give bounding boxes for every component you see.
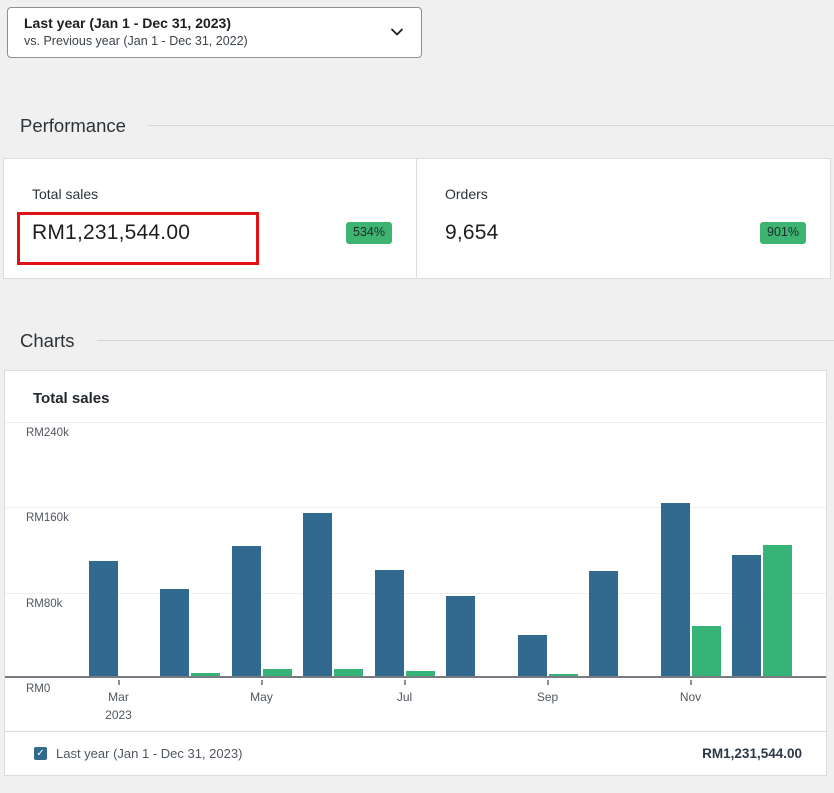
- y-axis-label: RM240k: [26, 427, 69, 439]
- chart-title: Total sales: [5, 371, 826, 422]
- charts-section-title: Charts: [20, 330, 75, 352]
- bar-dec-s1: [763, 545, 792, 676]
- total-sales-card[interactable]: Total sales RM1,231,544.00 534%: [4, 159, 417, 278]
- gridline: [5, 593, 826, 594]
- x-axis-tick: [404, 680, 406, 685]
- y-axis-label: RM0: [26, 683, 50, 695]
- chart-legend-row[interactable]: ✓ Last year (Jan 1 - Dec 31, 2023) RM1,2…: [5, 731, 826, 775]
- x-axis-label: Mar2023: [105, 688, 132, 725]
- bar-oct-s0: [589, 571, 618, 676]
- bar-jun-s0: [303, 513, 332, 676]
- x-axis-label: Jul: [397, 688, 412, 707]
- bar-may-s1: [263, 669, 292, 676]
- performance-section-title: Performance: [20, 115, 126, 137]
- x-axis-tick: [547, 680, 549, 685]
- y-axis-label: RM80k: [26, 598, 62, 610]
- x-axis-tick: [118, 680, 120, 685]
- gridline: [5, 507, 826, 508]
- date-range-secondary: vs. Previous year (Jan 1 - Dec 31, 2022): [24, 33, 248, 50]
- bar-dec-s0: [732, 555, 761, 676]
- performance-summary-row: Total sales RM1,231,544.00 534% Orders 9…: [3, 158, 831, 279]
- bar-jul-s0: [375, 570, 404, 676]
- chevron-down-icon: [389, 24, 405, 40]
- bar-chart: RM240k RM160k RM80k RM0 Mar2023 May Jul Sep Nov: [5, 422, 826, 731]
- orders-label: Orders: [445, 186, 806, 202]
- bar-mar-2023-s0: [89, 561, 118, 676]
- bar-nov-s0: [661, 503, 690, 676]
- total-sales-label: Total sales: [32, 186, 392, 202]
- bar-may-s0: [232, 546, 261, 676]
- charts-section-header: Charts: [20, 330, 834, 352]
- date-range-text: Last year (Jan 1 - Dec 31, 2023) vs. Pre…: [24, 14, 248, 50]
- section-divider: [148, 125, 834, 126]
- chart-plot-area: [5, 422, 826, 678]
- orders-value: 9,654: [445, 221, 499, 245]
- bar-jul-s1: [406, 671, 435, 676]
- bar-sep-s1: [549, 674, 578, 676]
- x-axis-label: May: [250, 688, 273, 707]
- legend-checkbox[interactable]: ✓: [34, 747, 47, 760]
- x-axis-label: Sep: [537, 688, 558, 707]
- total-sales-chart-card: Total sales RM240k RM160k RM80k RM0 Mar2023 M…: [4, 370, 827, 776]
- orders-card[interactable]: Orders 9,654 901%: [417, 159, 830, 278]
- x-axis-tick: [261, 680, 263, 685]
- gridline: [5, 422, 826, 423]
- performance-section-header: Performance: [20, 115, 834, 137]
- total-sales-change-badge: 534%: [346, 222, 392, 244]
- x-axis-label: Nov: [680, 688, 701, 707]
- bar-aug-s0: [446, 596, 475, 676]
- bar-apr-s0: [160, 589, 189, 676]
- date-range-primary: Last year (Jan 1 - Dec 31, 2023): [24, 14, 248, 33]
- orders-change-badge: 901%: [760, 222, 806, 244]
- legend-series-total: RM1,231,544.00: [702, 746, 802, 761]
- bar-jun-s1: [334, 669, 363, 676]
- bar-nov-s1: [692, 626, 721, 676]
- y-axis-label: RM160k: [26, 512, 69, 524]
- date-range-picker[interactable]: Last year (Jan 1 - Dec 31, 2023) vs. Pre…: [7, 7, 422, 58]
- legend-series-label: Last year (Jan 1 - Dec 31, 2023): [56, 746, 242, 761]
- section-divider: [97, 340, 834, 341]
- bar-sep-s0: [518, 635, 547, 676]
- x-axis-tick: [690, 680, 692, 685]
- total-sales-value: RM1,231,544.00: [32, 221, 190, 245]
- bar-apr-s1: [191, 673, 220, 676]
